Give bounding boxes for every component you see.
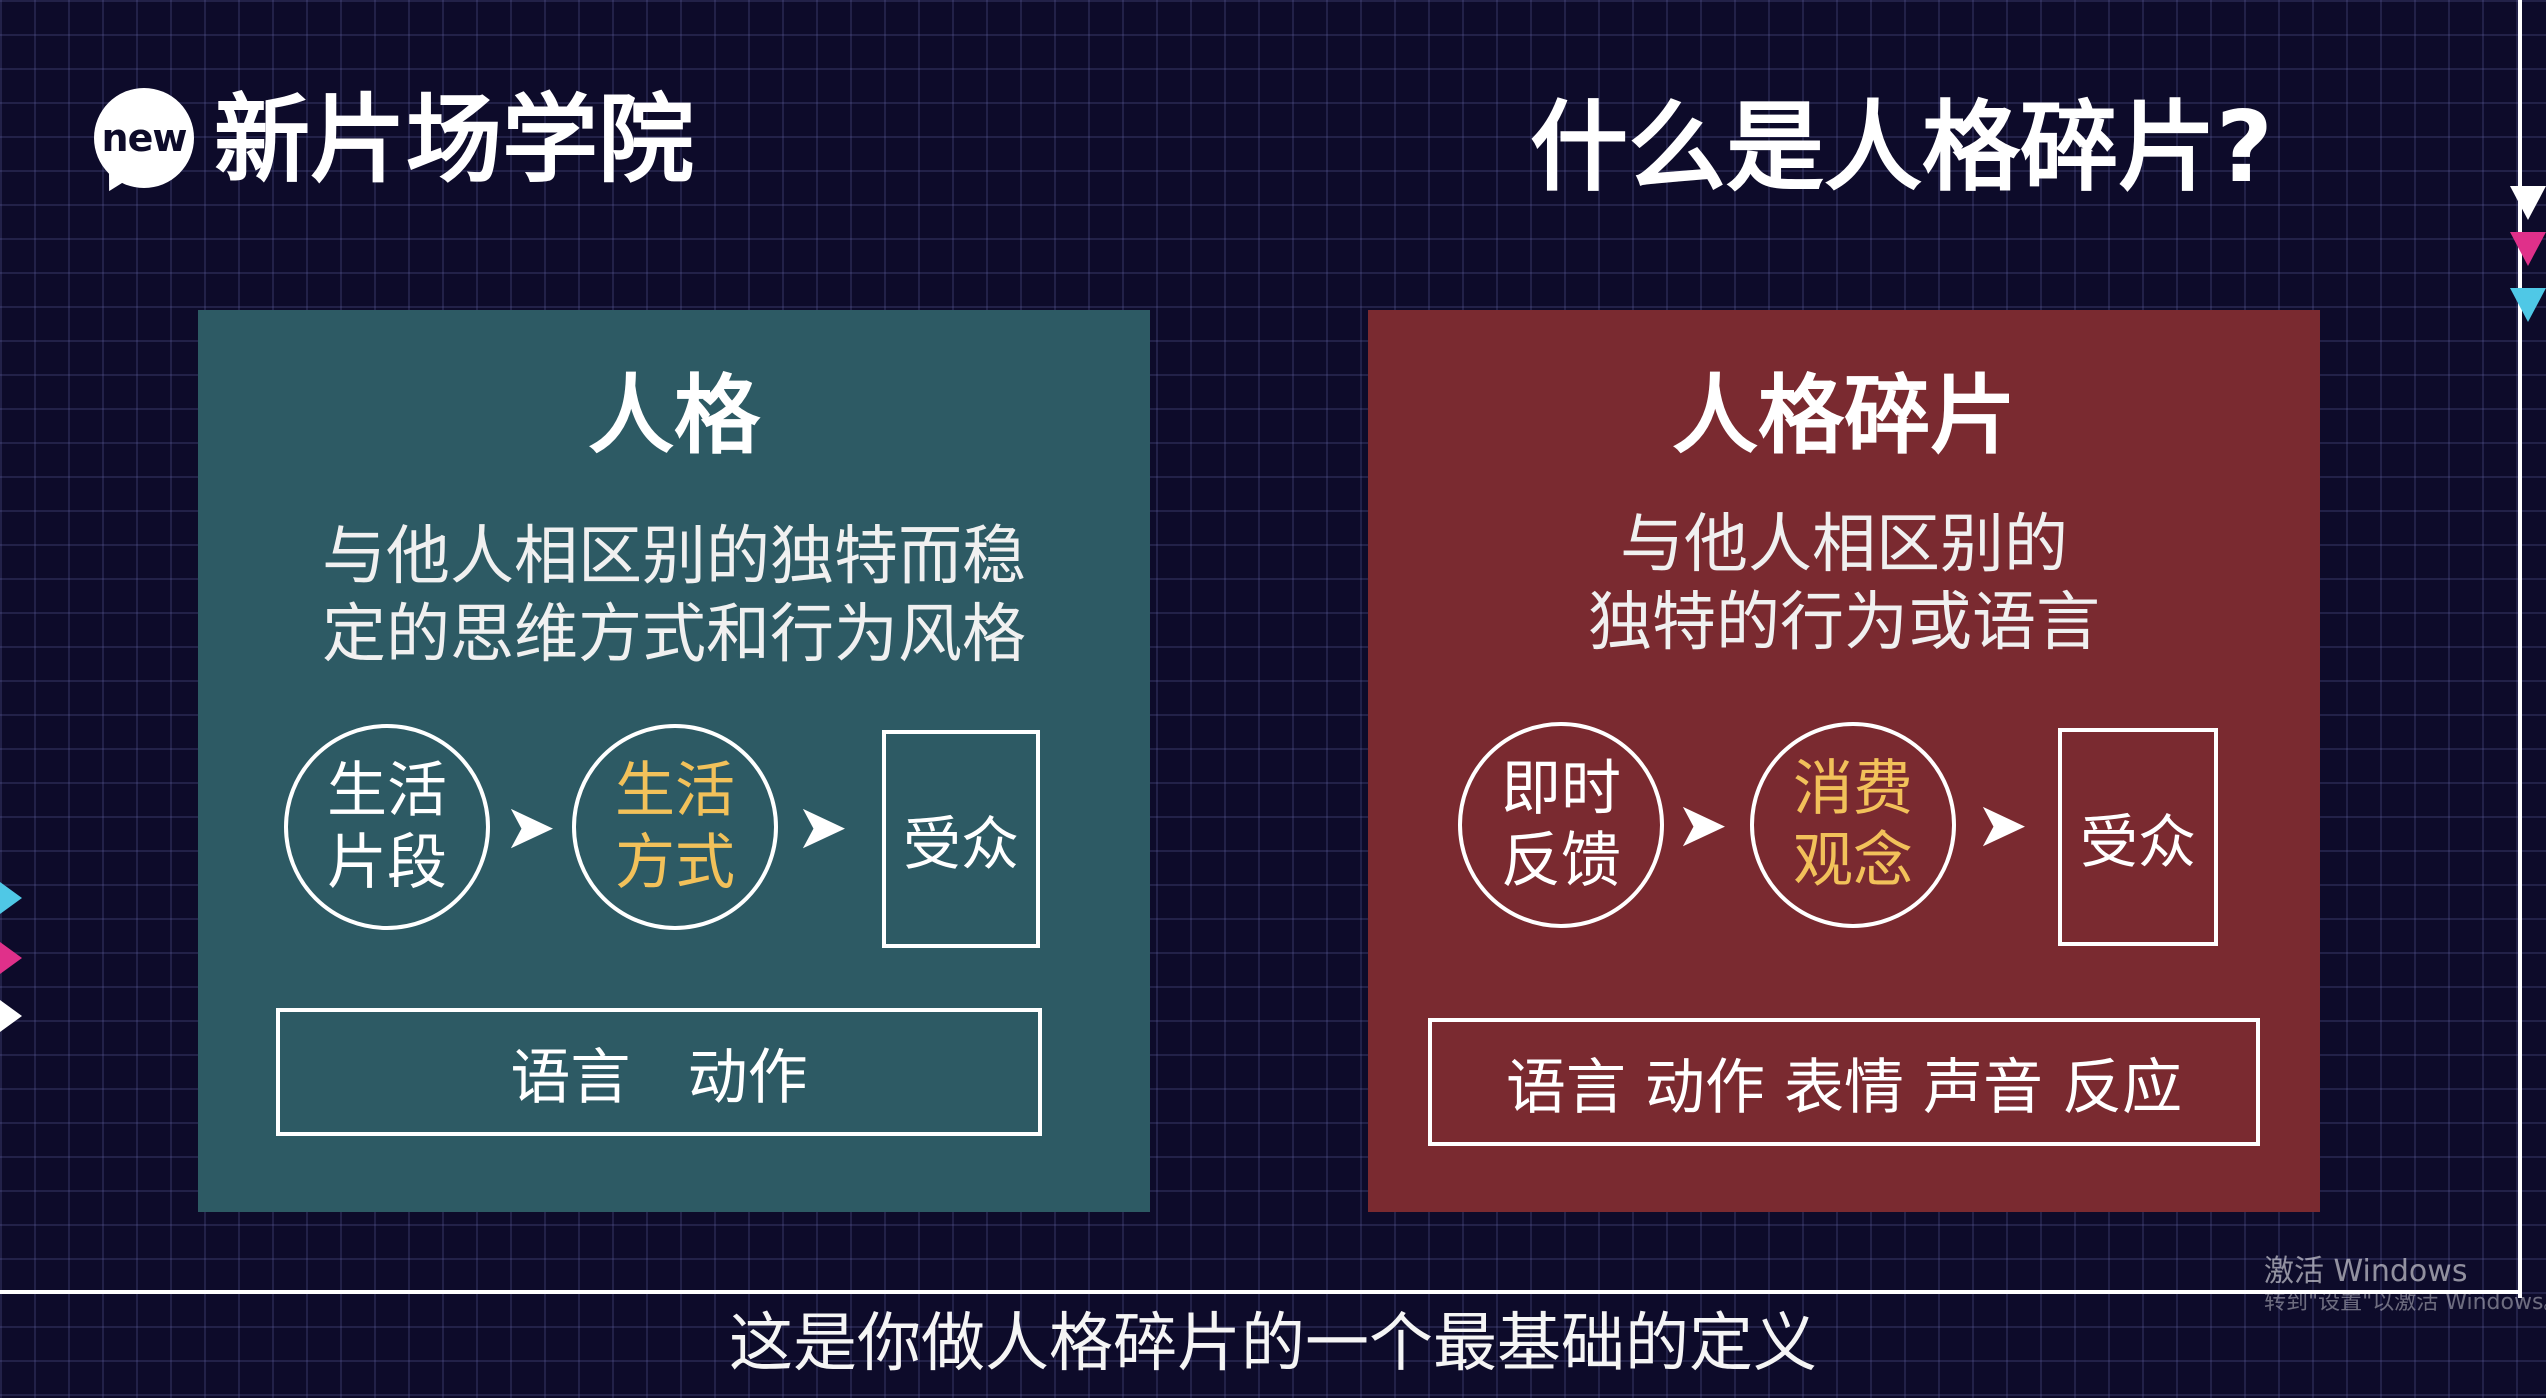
description-line: 独特的行为或语言 — [1588, 586, 2100, 660]
triangle-pink-icon — [2510, 232, 2546, 266]
triangle-cyan-icon — [2510, 288, 2546, 322]
frame-line-bottom — [0, 1290, 2522, 1294]
triangle-cyan-icon — [0, 882, 22, 914]
logo-text: new — [101, 116, 188, 160]
flow-circle-instant-feedback: 即时 反馈 — [1458, 722, 1664, 928]
speech-bubble-icon: new — [94, 88, 194, 188]
description-line: 定的思维方式和行为风格 — [322, 598, 1026, 672]
audience-box: 受众 — [2058, 728, 2218, 946]
flow-circle-consumption-concept: 消费 观念 — [1750, 722, 1956, 928]
circle-line: 消费 — [1793, 754, 1913, 824]
panel-description: 与他人相区别的独特而稳 定的思维方式和行为风格 — [198, 518, 1150, 674]
description-line: 与他人相区别的独特而稳 — [322, 520, 1026, 594]
triangle-white-icon — [0, 1000, 22, 1032]
triangle-white-icon — [2510, 186, 2546, 220]
description-line: 与他人相区别的 — [1620, 508, 2068, 582]
personality-fragment-panel: 人格碎片 与他人相区别的 独特的行为或语言 即时 反馈 ➤ 消费 观念 ➤ 受众… — [1368, 310, 2320, 1212]
flow-circle-lifestyle: 生活 方式 — [572, 724, 778, 930]
audience-box: 受众 — [882, 730, 1040, 948]
circle-line: 方式 — [615, 828, 735, 898]
chevron-right-icon: ➤ — [796, 790, 848, 863]
panel-description: 与他人相区别的 独特的行为或语言 — [1368, 506, 2320, 662]
chevron-right-icon: ➤ — [504, 790, 556, 863]
elements-bar: 语言 动作 表情 声音 反应 — [1428, 1018, 2260, 1146]
panel-title: 人格碎片 — [1672, 366, 2016, 466]
activation-watermark-hint: 转到"设置"以激活 Windows。 — [2264, 1290, 2546, 1315]
circle-line: 生活 — [327, 756, 447, 826]
video-subtitle: 这是你做人格碎片的一个最基础的定义 — [729, 1307, 1817, 1381]
personality-panel: 人格 与他人相区别的独特而稳 定的思维方式和行为风格 生活 片段 ➤ 生活 方式… — [198, 310, 1150, 1212]
chevron-right-icon: ➤ — [1676, 788, 1728, 861]
circle-line: 生活 — [615, 756, 735, 826]
circle-line: 即时 — [1501, 754, 1621, 824]
circle-line: 片段 — [327, 828, 447, 898]
flow-circle-life-fragment: 生活 片段 — [284, 724, 490, 930]
chevron-right-icon: ➤ — [1976, 788, 2028, 861]
panel-title: 人格 — [588, 366, 760, 466]
page-title: 什么是人格碎片? — [1530, 91, 2273, 205]
brand-name: 新片场学院 — [214, 84, 694, 196]
elements-bar: 语言 动作 — [276, 1008, 1042, 1136]
circle-line: 观念 — [1793, 826, 1913, 896]
circle-line: 反馈 — [1501, 826, 1621, 896]
triangle-pink-icon — [0, 942, 22, 974]
